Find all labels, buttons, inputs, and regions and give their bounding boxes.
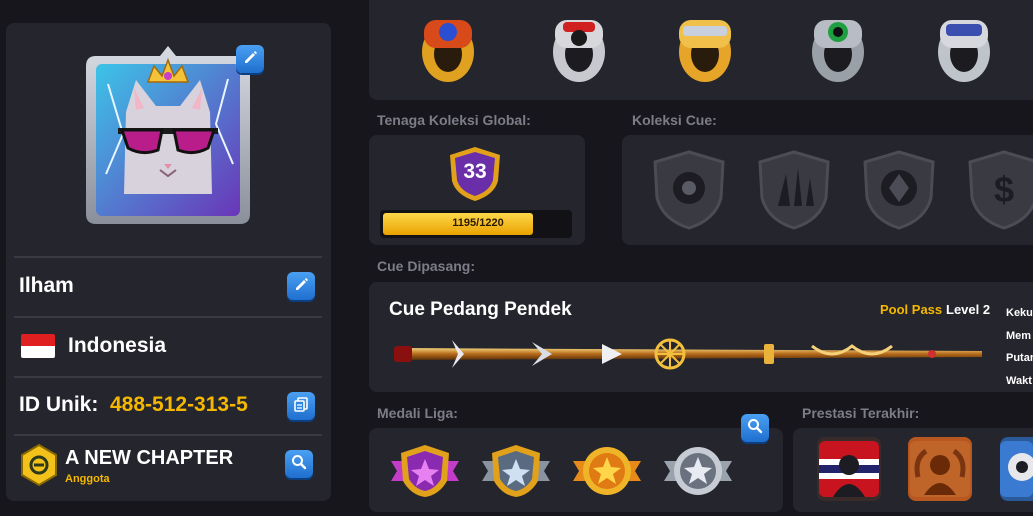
search-icon xyxy=(291,454,307,475)
indonesia-flag-icon xyxy=(21,334,55,358)
ring-item[interactable] xyxy=(671,14,739,84)
global-collection-label: Tenaga Koleksi Global: xyxy=(377,112,531,128)
search-icon xyxy=(747,418,763,439)
pencil-icon xyxy=(242,49,258,70)
league-medal-item[interactable] xyxy=(389,443,461,499)
pool-pass-label: Pool Pass xyxy=(880,302,943,317)
league-medal-item[interactable] xyxy=(480,443,552,499)
ring-item[interactable] xyxy=(545,14,613,84)
collection-progress-text: 1195/1220 xyxy=(452,217,504,229)
collection-progress-bar: 1195/1220 xyxy=(380,210,572,238)
country-name: Indonesia xyxy=(68,334,167,357)
recent-achievements-label: Prestasi Terakhir: xyxy=(802,405,920,421)
club-role: Anggota xyxy=(65,473,110,485)
edit-name-button[interactable] xyxy=(287,272,315,300)
achievement-item[interactable] xyxy=(908,437,972,501)
view-club-button[interactable] xyxy=(285,450,313,478)
pencil-icon xyxy=(293,276,309,297)
unique-id-value: 488-512-313-5 xyxy=(110,393,248,416)
achievement-item[interactable] xyxy=(817,437,881,501)
player-name: Ilham xyxy=(19,274,74,297)
edit-avatar-button[interactable] xyxy=(236,45,264,73)
divider xyxy=(14,316,322,318)
cue-stat-label: Wakt xyxy=(1006,375,1032,387)
league-medals-label: Medali Liga: xyxy=(377,405,458,421)
league-medal-item[interactable] xyxy=(662,443,734,499)
avatar[interactable] xyxy=(78,44,258,228)
copy-icon xyxy=(293,396,309,417)
cue-name: Cue Pedang Pendek xyxy=(389,299,572,320)
divider xyxy=(14,434,322,436)
divider xyxy=(14,376,322,378)
svg-text:$: $ xyxy=(994,169,1014,210)
landmark-collection-icon[interactable] xyxy=(758,150,830,230)
diamond-collection-icon[interactable] xyxy=(863,150,935,230)
achievement-item[interactable] xyxy=(1000,437,1033,501)
unique-id-label: ID Unik: xyxy=(19,393,99,416)
club-name[interactable]: A NEW CHAPTER xyxy=(65,447,233,470)
ring-item[interactable] xyxy=(930,14,998,84)
club-badge-icon xyxy=(20,443,58,487)
cue-stat-label: Putar xyxy=(1006,352,1033,364)
ring-item[interactable] xyxy=(804,14,872,84)
divider xyxy=(14,256,322,258)
collection-level: 33 xyxy=(463,160,487,183)
cue-level-label: Level 2 xyxy=(946,302,991,317)
view-medals-button[interactable] xyxy=(741,414,769,442)
eight-ball-collection-icon[interactable] xyxy=(653,150,725,230)
equipped-cue-label: Cue Dipasang: xyxy=(377,258,476,274)
cue-stat-label: Mem xyxy=(1006,330,1032,342)
cue-image[interactable] xyxy=(392,332,988,376)
collection-level-badge: 33 xyxy=(448,145,502,203)
ring-item[interactable] xyxy=(414,14,482,84)
cue-stat-label: Keku xyxy=(1006,307,1033,319)
cue-collection-label: Koleksi Cue: xyxy=(632,112,717,128)
league-medal-item[interactable] xyxy=(571,443,643,499)
copy-id-button[interactable] xyxy=(287,392,315,420)
dollar-collection-icon[interactable]: $ xyxy=(968,150,1033,230)
